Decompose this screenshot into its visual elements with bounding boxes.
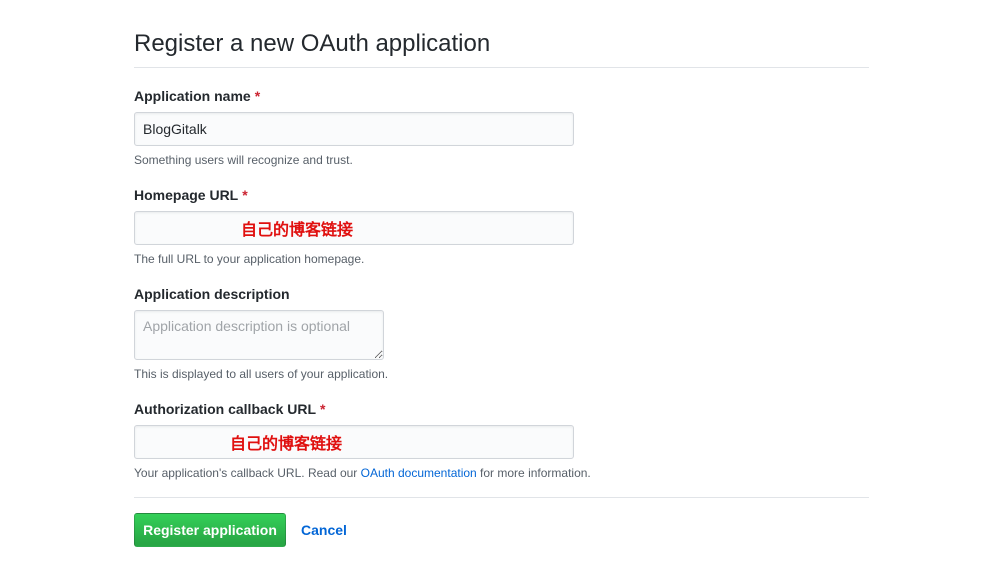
page-title: Register a new OAuth application [134, 0, 869, 68]
callback-note-prefix: Your application's callback URL. Read ou… [134, 466, 361, 480]
homepage-url-label-text: Homepage URL [134, 187, 239, 203]
required-asterisk: * [242, 187, 248, 203]
oauth-app-form-page: Register a new OAuth application Applica… [134, 0, 869, 547]
homepage-url-label: Homepage URL * [134, 186, 248, 204]
description-label: Application description [134, 286, 290, 302]
callback-url-label: Authorization callback URL * [134, 400, 325, 418]
description-textarea[interactable] [134, 310, 384, 360]
homepage-url-input[interactable] [134, 211, 574, 245]
callback-note-suffix: for more information. [476, 466, 591, 480]
register-application-button[interactable]: Register application [134, 513, 286, 547]
cancel-link[interactable]: Cancel [301, 513, 347, 547]
required-asterisk: * [320, 401, 326, 417]
description-note: This is displayed to all users of your a… [134, 367, 389, 381]
app-name-label: Application name * [134, 87, 260, 105]
required-asterisk: * [254, 88, 261, 104]
form-actions-divider [134, 497, 869, 498]
oauth-documentation-link[interactable]: OAuth documentation [361, 466, 477, 480]
homepage-url-note: The full URL to your application homepag… [134, 252, 365, 266]
app-name-label-text: Application name [134, 88, 251, 104]
app-name-note: Something users will recognize and trust… [134, 153, 353, 167]
app-name-input[interactable] [134, 112, 574, 146]
callback-url-label-text: Authorization callback URL [134, 401, 317, 417]
callback-url-input[interactable] [134, 425, 574, 459]
callback-url-note: Your application's callback URL. Read ou… [134, 465, 591, 481]
